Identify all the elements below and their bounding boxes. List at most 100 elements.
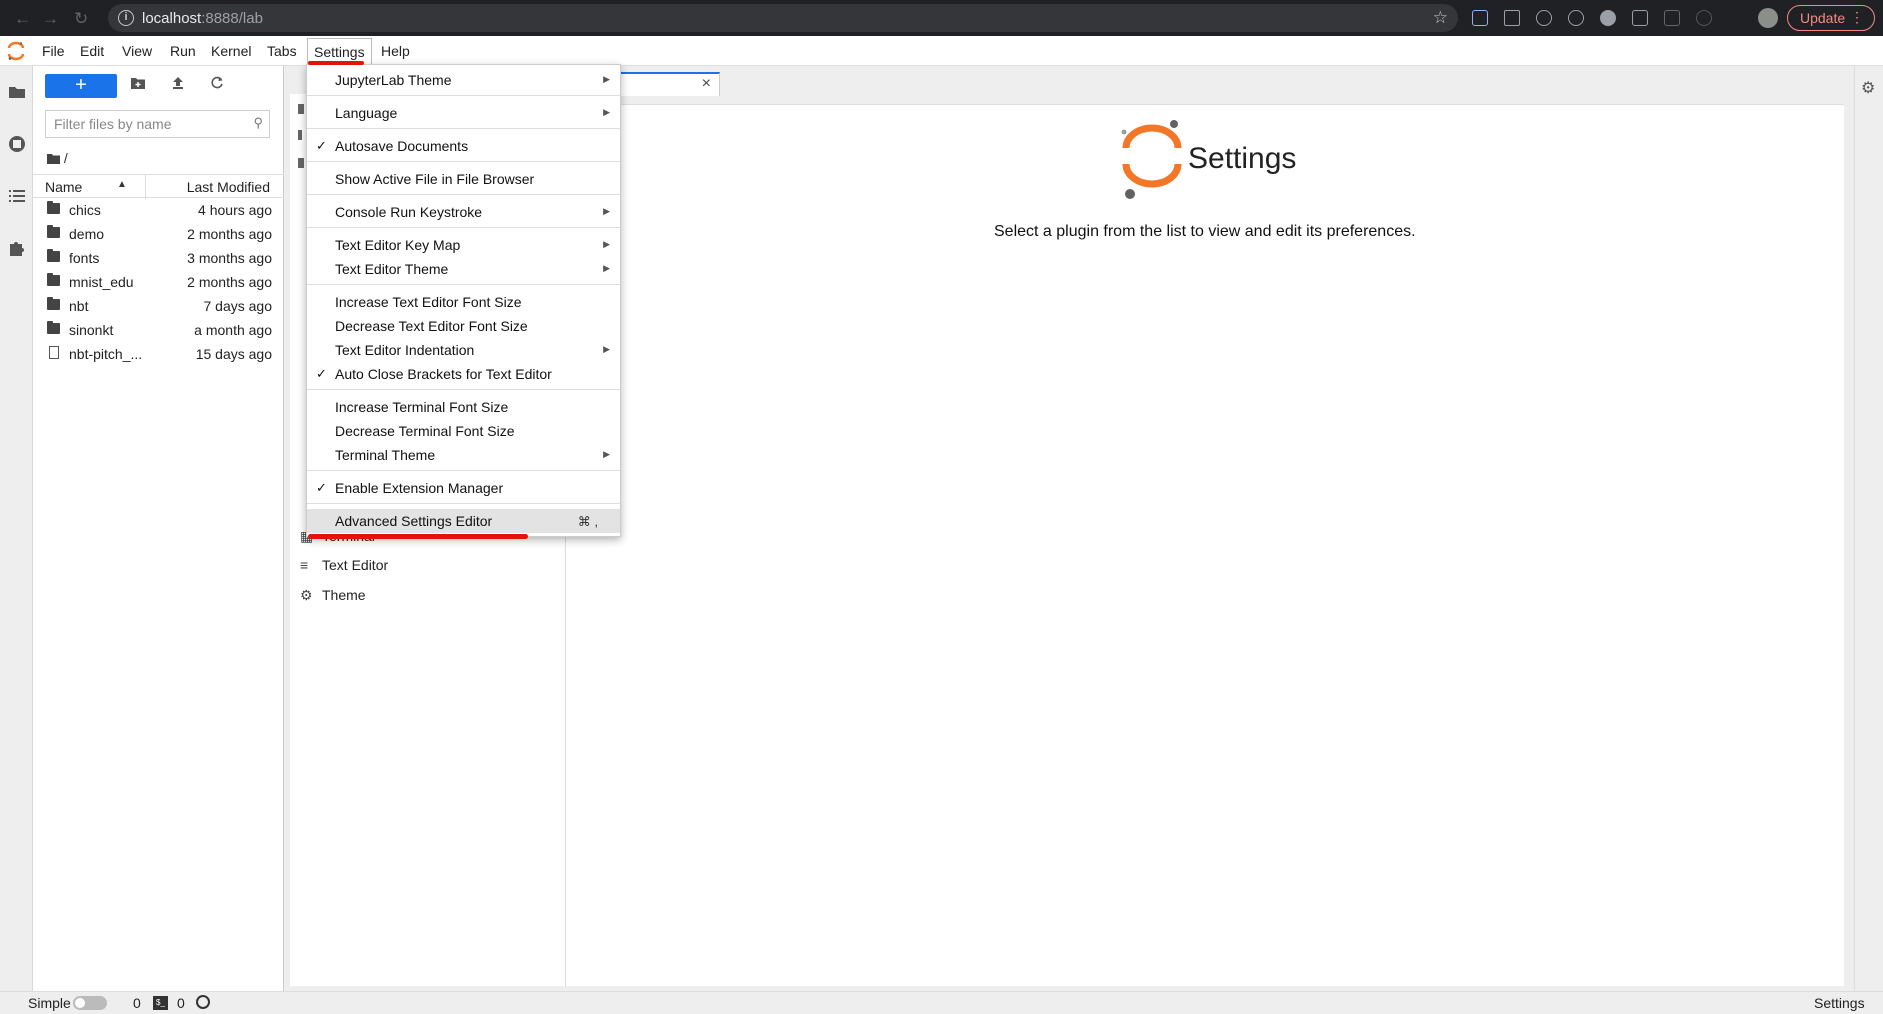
search-icon: ⚲: [253, 115, 263, 130]
file-modified: 7 days ago: [203, 298, 273, 314]
menu-item-label: Text Editor Indentation: [335, 342, 475, 358]
address-bar[interactable]: i localhost:8888/lab ☆: [108, 4, 1458, 32]
menu-item-label: Text Editor Theme: [335, 261, 449, 277]
launcher-item-text-editor[interactable]: ≡ Text Editor: [300, 557, 388, 573]
menu-item-language[interactable]: Language ▶: [307, 101, 620, 125]
launcher-item-label: Text Editor: [322, 557, 389, 573]
extension-camera-icon[interactable]: [1664, 10, 1680, 26]
upload-icon[interactable]: [171, 76, 185, 90]
terminal-icon[interactable]: $_: [153, 996, 168, 1010]
menu-item-text-editor-indentation[interactable]: Text Editor Indentation ▶: [307, 338, 620, 362]
menu-item-label: Console Run Keystroke: [335, 204, 483, 220]
file-row[interactable]: demo 2 months ago: [33, 222, 284, 246]
menu-item-decrease-terminal-font-size[interactable]: Decrease Terminal Font Size: [307, 419, 620, 443]
extension-manager-icon[interactable]: [7, 238, 27, 258]
profile-avatar[interactable]: [1758, 8, 1778, 28]
menu-tabs[interactable]: Tabs: [267, 43, 297, 59]
property-inspector-gear-icon[interactable]: ⚙: [1861, 78, 1875, 98]
menu-item-jupyterlab-theme[interactable]: JupyterLab Theme ▶: [307, 68, 620, 92]
kernel-status-icon[interactable]: [196, 995, 210, 1009]
menu-item-console-run-keystroke[interactable]: Console Run Keystroke ▶: [307, 200, 620, 224]
menu-item-increase-terminal-font-size[interactable]: Increase Terminal Font Size: [307, 395, 620, 419]
file-modified: 2 months ago: [187, 274, 272, 290]
file-filter-input[interactable]: Filter files by name ⚲: [45, 110, 270, 138]
file-name: sinonkt: [69, 322, 114, 338]
new-launcher-button[interactable]: +: [45, 74, 117, 98]
launcher-item-theme[interactable]: ⚙ Theme: [300, 587, 366, 604]
column-divider: [145, 175, 146, 199]
folder-icon: [47, 201, 60, 214]
menu-help[interactable]: Help: [381, 43, 410, 59]
launcher-item-label: Theme: [322, 587, 366, 603]
file-modified: a month ago: [194, 322, 272, 338]
column-last-modified[interactable]: Last Modified: [187, 179, 270, 195]
menu-item-advanced-settings-editor[interactable]: Advanced Settings Editor ⌘ ,: [307, 509, 620, 533]
check-icon: ✓: [316, 138, 327, 153]
forward-icon[interactable]: →: [42, 9, 59, 29]
back-icon[interactable]: ←: [14, 9, 31, 29]
menu-item-increase-text-editor-font-size[interactable]: Increase Text Editor Font Size: [307, 290, 620, 314]
folder-icon: [47, 249, 60, 262]
menu-item-terminal-theme[interactable]: Terminal Theme ▶: [307, 443, 620, 467]
extension-window-icon[interactable]: [1504, 10, 1520, 26]
extension-braces-icon[interactable]: [1632, 10, 1648, 26]
launcher-icon-fragment: [298, 158, 304, 168]
menu-item-decrease-text-editor-font-size[interactable]: Decrease Text Editor Font Size: [307, 314, 620, 338]
menu-item-label: Advanced Settings Editor: [335, 513, 493, 529]
extension-circle-icon[interactable]: [1536, 10, 1552, 26]
file-row[interactable]: fonts 3 months ago: [33, 246, 284, 270]
status-right-label: Settings: [1814, 995, 1865, 1011]
refresh-icon[interactable]: [210, 76, 224, 90]
menu-run[interactable]: Run: [170, 43, 196, 59]
folder-icon[interactable]: [7, 82, 27, 102]
sort-ascending-icon[interactable]: ▲: [117, 179, 127, 190]
menu-edit[interactable]: Edit: [80, 43, 104, 59]
menu-separator: [307, 389, 620, 390]
file-name: mnist_edu: [69, 274, 134, 290]
breadcrumb[interactable]: /: [47, 150, 68, 166]
url-text: localhost:8888/lab: [142, 10, 263, 27]
launcher-icon-fragment: [298, 104, 304, 114]
tab-settings[interactable]: ×: [618, 72, 720, 96]
close-icon[interactable]: ×: [702, 75, 711, 93]
annotation-underline: [308, 534, 528, 539]
bookmark-star-icon[interactable]: ☆: [1433, 8, 1448, 28]
menu-item-autosave-documents[interactable]: ✓ Autosave Documents: [307, 134, 620, 158]
update-button[interactable]: Update ⋮: [1787, 5, 1875, 31]
launcher-icon-fragment: [298, 130, 302, 140]
running-sessions-icon[interactable]: [7, 134, 27, 154]
extension-record-icon[interactable]: [1600, 10, 1616, 26]
file-name: demo: [69, 226, 105, 242]
menu-item-auto-close-brackets-for-text-editor[interactable]: ✓ Auto Close Brackets for Text Editor: [307, 362, 620, 386]
submenu-arrow-icon: ▶: [603, 206, 610, 216]
new-folder-icon[interactable]: [130, 76, 146, 90]
menu-item-enable-extension-manager[interactable]: ✓ Enable Extension Manager: [307, 476, 620, 500]
menu-item-show-active-file-in-file-browser[interactable]: Show Active File in File Browser: [307, 167, 620, 191]
check-icon: ✓: [316, 480, 327, 495]
folder-icon: [47, 297, 60, 310]
extension-a-icon[interactable]: [1568, 10, 1584, 26]
menu-file[interactable]: File: [42, 43, 65, 59]
file-name: fonts: [69, 250, 100, 266]
reload-icon[interactable]: ↻: [74, 9, 88, 29]
menu-separator: [307, 503, 620, 504]
text-editor-icon: ≡: [300, 557, 309, 573]
file-row[interactable]: nbt-pitch_... 15 days ago: [33, 342, 284, 366]
file-row[interactable]: sinonkt a month ago: [33, 318, 284, 342]
file-row[interactable]: chics 4 hours ago: [33, 198, 284, 222]
status-bar: Simple 0 $_ 0 Settings: [0, 991, 1883, 1014]
column-name[interactable]: Name: [45, 179, 82, 195]
menu-item-text-editor-key-map[interactable]: Text Editor Key Map ▶: [307, 233, 620, 257]
menu-item-text-editor-theme[interactable]: Text Editor Theme ▶: [307, 257, 620, 281]
simple-mode-toggle[interactable]: [73, 996, 107, 1010]
table-of-contents-icon[interactable]: [7, 186, 27, 206]
site-info-icon[interactable]: i: [118, 10, 134, 26]
extension-react-icon[interactable]: [1472, 10, 1488, 26]
file-row[interactable]: nbt 7 days ago: [33, 294, 284, 318]
file-name: nbt: [69, 298, 89, 314]
menu-view[interactable]: View: [122, 43, 152, 59]
file-row[interactable]: mnist_edu 2 months ago: [33, 270, 284, 294]
menu-kernel[interactable]: Kernel: [211, 43, 251, 59]
extension-puzzle-icon[interactable]: [1696, 10, 1712, 26]
browser-toolbar: ← → ↻ i localhost:8888/lab ☆ Update ⋮: [0, 0, 1883, 36]
